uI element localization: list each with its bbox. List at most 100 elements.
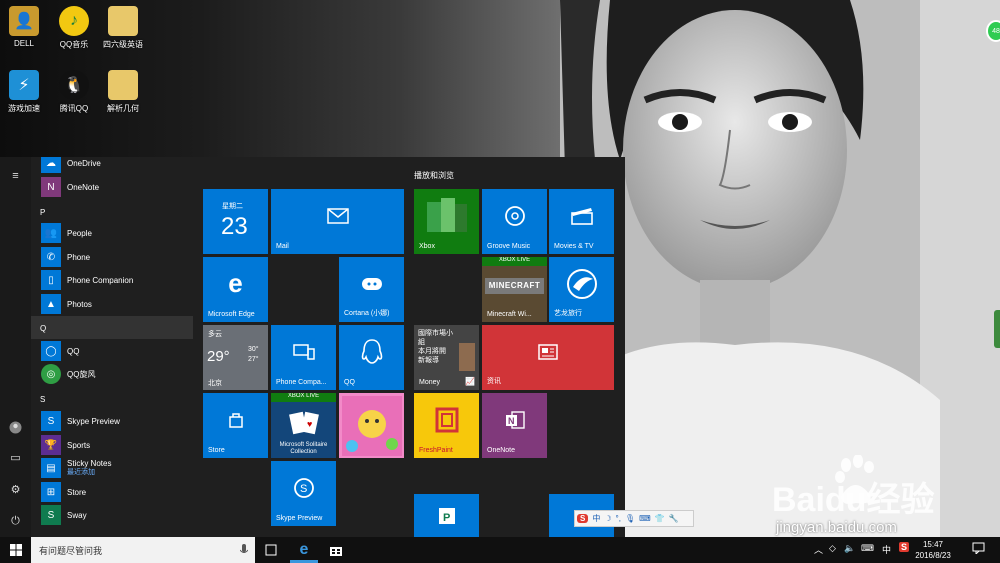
app-sticky-notes[interactable]: ▤ Sticky Notes 最近添加: [31, 457, 193, 479]
tile-mail[interactable]: Mail: [271, 189, 404, 254]
tile-minecraft-label: Minecraft Wi...: [487, 311, 532, 318]
tile-publisher[interactable]: P: [414, 494, 479, 537]
tile-onenote[interactable]: N OneNote: [482, 393, 547, 458]
tile-xbox[interactable]: Xbox: [414, 189, 479, 254]
app-skype-preview[interactable]: S Skype Preview: [31, 410, 193, 432]
network-icon[interactable]: ◇: [829, 543, 836, 554]
game-accelerator-icon: ⚡: [9, 70, 39, 100]
app-phone-companion[interactable]: ▯ Phone Companion: [31, 269, 193, 291]
tile-news[interactable]: 资讯: [482, 325, 614, 390]
hamburger-menu-icon[interactable]: ≡: [7, 167, 24, 184]
tile-onenote-label: OneNote: [487, 447, 516, 454]
user-icon[interactable]: [7, 419, 24, 436]
app-qq-xuanfeng[interactable]: ◎ QQ旋风: [31, 363, 193, 385]
edge-handle[interactable]: [994, 310, 1000, 348]
tile-elong[interactable]: 艺龙旅行: [549, 257, 614, 322]
phone-companion-tile-icon: [271, 325, 336, 378]
punctuation-icon[interactable]: °,: [616, 514, 621, 523]
svg-text:S: S: [300, 483, 307, 495]
tools-icon[interactable]: 🔧: [669, 514, 679, 523]
tile-phone-companion-label: Phone Compa...: [276, 379, 327, 386]
news-icon: [482, 325, 614, 378]
tile-calendar[interactable]: 星期二 23: [203, 189, 268, 254]
ime-mode[interactable]: 中: [592, 513, 600, 524]
tile-edge[interactable]: e Microsoft Edge: [203, 257, 268, 322]
tile-freshpaint[interactable]: FreshPaint: [414, 393, 479, 458]
store-taskbar-icon[interactable]: [326, 541, 346, 559]
tile-store[interactable]: Store: [203, 393, 268, 458]
sports-trophy-icon: 🏆: [41, 435, 61, 455]
tile-money[interactable]: 國際市場小組 本月將開 新報導 Money 📈: [414, 325, 479, 390]
tile-elong-label: 艺龙旅行: [554, 310, 582, 317]
onenote-tile-icon: N: [482, 393, 547, 446]
tile-minecraft[interactable]: XBOX LIVE MINECRAFT Minecraft Wi...: [482, 257, 547, 322]
desktop-icon-cet[interactable]: 四六级英语: [93, 6, 153, 50]
app-onedrive[interactable]: ☁ OneDrive: [31, 157, 193, 174]
floating-badge[interactable]: 48: [986, 20, 1000, 42]
task-view-icon[interactable]: [261, 541, 281, 559]
onenote-icon: N: [41, 177, 61, 197]
watermark-url: jingyan.baidu.com: [776, 519, 897, 536]
input-language-indicator[interactable]: 中: [882, 543, 891, 556]
tile-candy-game[interactable]: [339, 393, 404, 458]
onedrive-cloud-icon: ☁: [41, 157, 61, 173]
app-sway[interactable]: S Sway: [31, 504, 193, 526]
sogou-tray-icon[interactable]: S: [899, 542, 910, 552]
tile-qq[interactable]: QQ: [339, 325, 404, 390]
tile-cortana[interactable]: Cortana (小娜): [339, 257, 404, 322]
tile-money-label: Money: [419, 379, 441, 386]
microphone-icon[interactable]: [240, 544, 248, 556]
tile-skype[interactable]: S Skype Preview: [271, 461, 336, 526]
desktop-icon-geometry[interactable]: 解析几何: [93, 70, 153, 114]
file-explorer-icon[interactable]: ▭: [7, 449, 24, 466]
taskbar: 有问题尽管问我 e ︿ ◇ 🔈 ⌨ 中 S 15:47 2016/8/23: [0, 537, 1000, 563]
tile-movies-label: Movies & TV: [554, 243, 594, 250]
voice-icon[interactable]: 🎙: [625, 514, 635, 523]
windows-logo-icon: [9, 544, 22, 556]
minecraft-logo: MINECRAFT: [485, 278, 544, 294]
folder-icon: 👤: [9, 6, 39, 36]
clock-time: 15:47: [922, 540, 944, 549]
action-center-icon[interactable]: [972, 542, 985, 556]
section-letter-p[interactable]: P: [40, 208, 45, 217]
tile-solitaire[interactable]: XBOX LIVE ♥ Microsoft Solitaire Collecti…: [271, 393, 336, 458]
keyboard-icon[interactable]: ⌨: [639, 514, 651, 523]
app-people[interactable]: 👥 People: [31, 222, 193, 244]
app-qq[interactable]: ◯ QQ: [31, 340, 193, 362]
phone-companion-icon: ▯: [41, 270, 61, 290]
section-letter-bar-q[interactable]: [31, 316, 193, 339]
app-onenote[interactable]: N OneNote: [31, 176, 193, 198]
tile-group-title[interactable]: 播放和浏览: [414, 170, 454, 181]
tile-movies[interactable]: Movies & TV: [549, 189, 614, 254]
clock[interactable]: 15:47 2016/8/23: [911, 539, 955, 561]
recently-added-label: 最近添加: [67, 469, 95, 476]
tile-weather[interactable]: 多云 29° 30° 27° 北京: [203, 325, 268, 390]
sogou-s-icon[interactable]: S: [577, 514, 589, 523]
tile-phone-companion[interactable]: Phone Compa...: [271, 325, 336, 390]
app-sports[interactable]: 🏆 Sports: [31, 434, 193, 456]
app-phone[interactable]: ✆ Phone: [31, 246, 193, 268]
touch-keyboard-icon[interactable]: ⌨: [861, 543, 874, 554]
cortana-search-box[interactable]: 有问题尽管问我: [31, 537, 255, 563]
calendar-day-number: 23: [221, 213, 248, 240]
money-headline: 國際市場小組 本月將開 新報導: [418, 330, 453, 364]
ime-toolbar[interactable]: S 中 ☽ °, 🎙 ⌨ 👕 🔧: [574, 510, 694, 527]
edge-taskbar-icon[interactable]: e: [294, 541, 314, 559]
volume-icon[interactable]: 🔈: [844, 543, 855, 554]
app-photos[interactable]: ▲ Photos: [31, 293, 193, 315]
app-store[interactable]: ⊞ Store: [31, 481, 193, 503]
svg-text:♥: ♥: [307, 419, 312, 429]
section-letter-s[interactable]: S: [40, 395, 45, 404]
show-hidden-icons-chevron[interactable]: ︿: [814, 543, 823, 556]
edge-e-icon: e: [228, 268, 243, 298]
power-icon[interactable]: ⏻: [7, 513, 24, 530]
tile-freshpaint-label: FreshPaint: [419, 447, 453, 454]
skin-icon[interactable]: 👕: [655, 514, 665, 523]
start-button[interactable]: [0, 537, 31, 563]
xbox-avatars-icon: [414, 189, 479, 242]
store-tile-icon: [203, 393, 268, 446]
tile-groove[interactable]: Groove Music: [482, 189, 547, 254]
section-letter-q[interactable]: Q: [40, 324, 46, 333]
settings-gear-icon[interactable]: ⚙: [7, 481, 24, 498]
halfwidth-moon-icon[interactable]: ☽: [604, 514, 611, 523]
